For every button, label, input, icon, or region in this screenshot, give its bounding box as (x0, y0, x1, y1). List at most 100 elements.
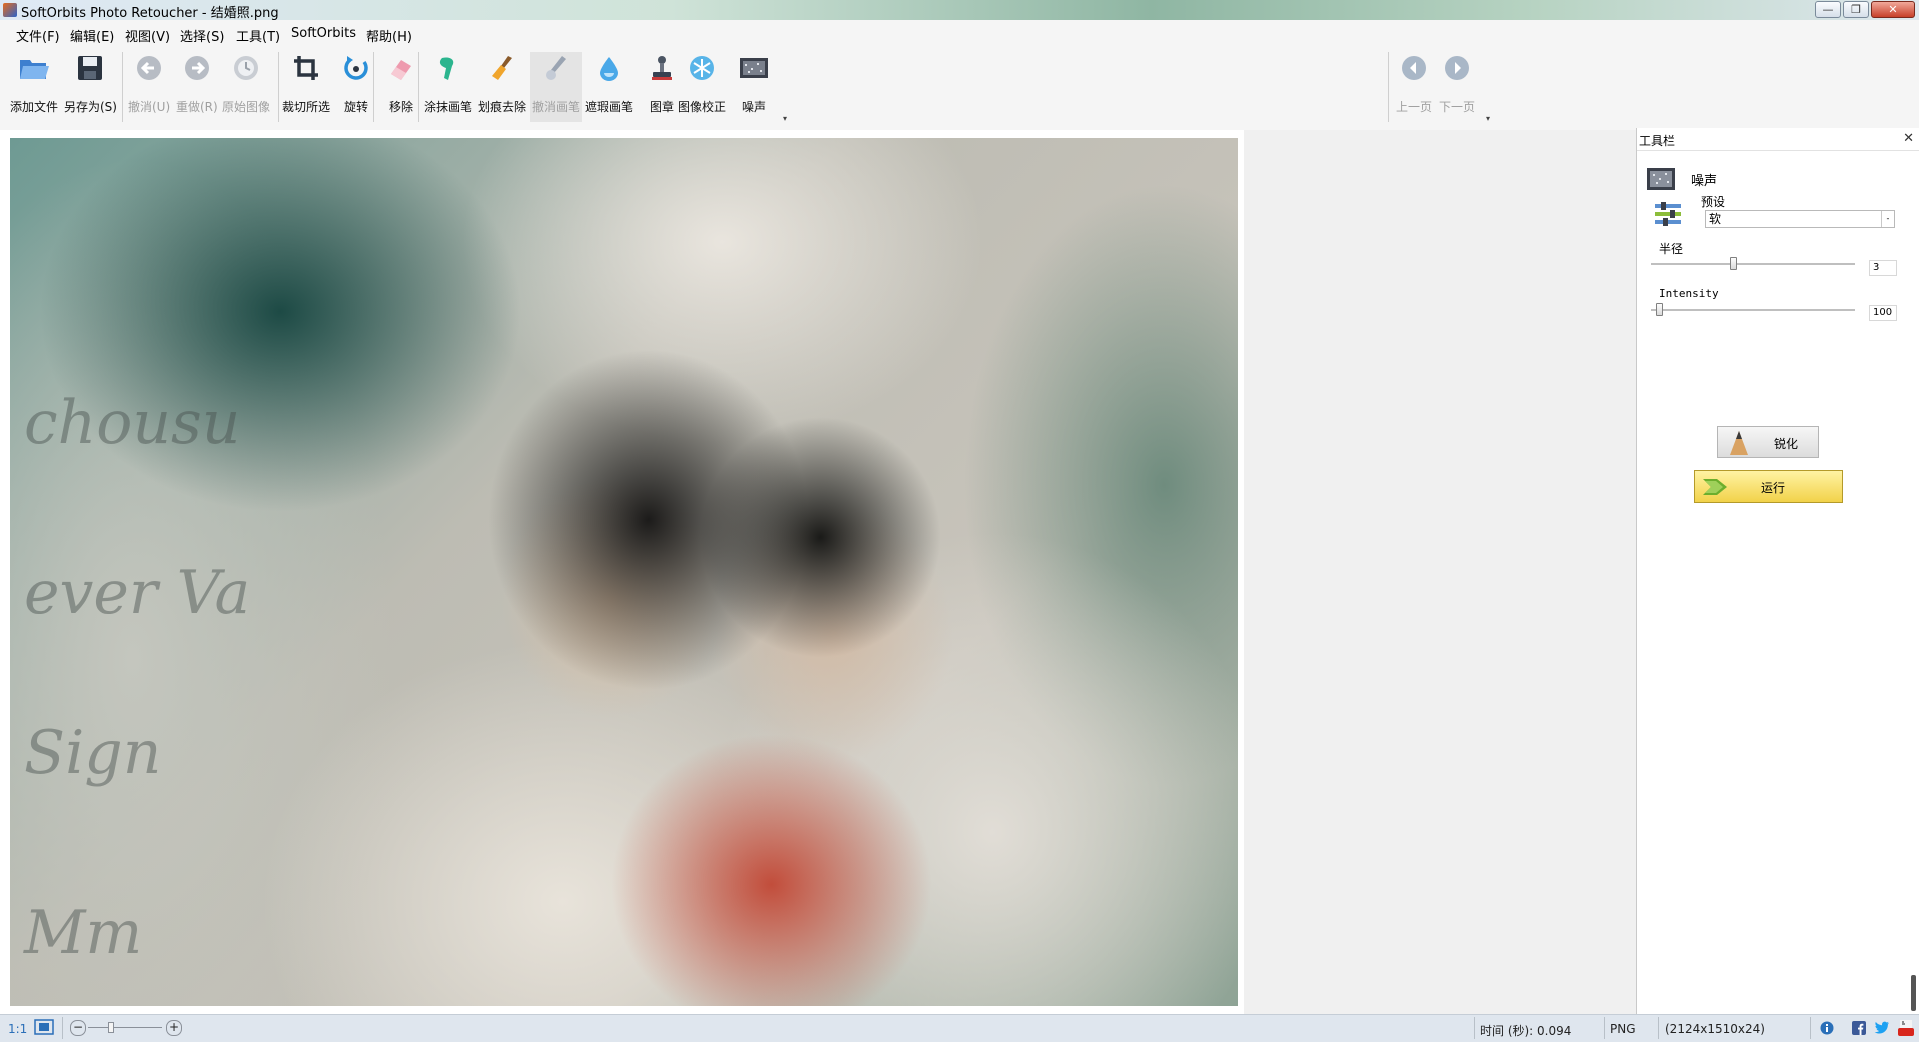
next-page-button[interactable]: 下一页 (1439, 52, 1475, 122)
status-separator (1658, 1017, 1659, 1039)
minimize-button[interactable]: — (1815, 1, 1841, 18)
mask-brush-button[interactable]: 遮瑕画笔 (585, 52, 633, 122)
status-bar: 1:1 − + 时间 (秒): 0.094 PNG (2124x1510x24) (0, 1014, 1919, 1042)
photo-image[interactable]: chousu ever Va Sign Mm (10, 138, 1238, 1006)
water-drop-icon (593, 52, 625, 84)
workspace-background (1244, 130, 1635, 1014)
toolbar: 添加文件 另存为(S) 撤消(U) 重做(R) 原始图像 裁切所选 旋转 移除 … (0, 46, 1919, 130)
intensity-slider[interactable] (1651, 309, 1855, 312)
intensity-slider-handle[interactable] (1656, 303, 1664, 316)
menu-help[interactable]: 帮助(H) (366, 26, 412, 45)
photo-decoration: chousu (24, 388, 241, 458)
status-separator (62, 1017, 63, 1039)
panel-header: 工具栏 ✕ (1637, 128, 1919, 151)
image-dimensions: (2124x1510x24) (1665, 1022, 1765, 1036)
broom-icon (486, 52, 518, 84)
preset-dropdown[interactable]: 软 - (1705, 210, 1895, 228)
folder-open-icon (18, 52, 50, 84)
radius-slider[interactable] (1651, 263, 1855, 266)
noise-icon (738, 52, 770, 84)
menu-select[interactable]: 选择(S) (180, 26, 224, 45)
original-image-button[interactable]: 原始图像 (222, 52, 270, 122)
intensity-value[interactable]: 100 (1869, 305, 1897, 321)
menu-bar: 文件(F) 编辑(E) 视图(V) 选择(S) 工具(T) SoftOrbits… (0, 20, 1919, 46)
toolbar-more-button[interactable]: ▾ (783, 114, 787, 123)
toolbar-separator (122, 52, 123, 122)
toolbar-separator (373, 52, 374, 122)
status-separator (1810, 1017, 1811, 1039)
chevron-down-icon[interactable]: - (1881, 211, 1894, 227)
panel-close-button[interactable]: ✕ (1903, 131, 1914, 146)
noise-button[interactable]: 噪声 (738, 52, 770, 122)
info-icon[interactable] (1820, 1021, 1834, 1038)
radius-slider-handle[interactable] (1729, 257, 1737, 270)
snowflake-icon (686, 52, 718, 84)
radius-label: 半径 (1659, 242, 1684, 256)
image-canvas[interactable]: chousu ever Va Sign Mm (0, 130, 1244, 1014)
zoom-slider[interactable]: − + (70, 1020, 182, 1036)
stamp-icon (646, 52, 678, 84)
window-title: SoftOrbits Photo Retoucher - 结婚照.png (21, 6, 279, 21)
maximize-button[interactable]: ❐ (1843, 1, 1869, 18)
zoom-1to1-button[interactable]: 1:1 (8, 1022, 27, 1036)
panel-scrollbar[interactable] (1911, 975, 1916, 1011)
intensity-label: Intensity (1659, 287, 1719, 300)
facebook-icon[interactable] (1852, 1021, 1866, 1038)
fit-screen-icon[interactable] (34, 1019, 54, 1038)
prev-page-button[interactable]: 上一页 (1396, 52, 1432, 122)
radius-value[interactable]: 3 (1869, 260, 1897, 276)
tool-panel: 工具栏 ✕ 噪声 预设 软 - 半径 3 Intensity 100 锐化 运行 (1636, 128, 1919, 1014)
undo-icon (133, 52, 165, 84)
rotate-button[interactable]: 旋转 (340, 52, 372, 122)
menu-tools[interactable]: 工具(T) (236, 26, 280, 45)
save-icon (74, 52, 106, 84)
preset-label: 预设 (1701, 195, 1726, 209)
zoom-in-icon[interactable]: + (166, 1020, 182, 1036)
smudge-brush-button[interactable]: 涂抹画笔 (424, 52, 472, 122)
photo-decoration: Sign (24, 718, 162, 788)
remove-button[interactable]: 移除 (385, 52, 417, 122)
title-bar: SoftOrbits Photo Retoucher - 结婚照.png — ❐… (0, 0, 1919, 21)
redo-button[interactable]: 重做(R) (176, 52, 218, 122)
add-file-button[interactable]: 添加文件 (10, 52, 58, 122)
process-time: 时间 (秒): 0.094 (1480, 1024, 1572, 1038)
undo-button[interactable]: 撤消(U) (128, 52, 170, 122)
status-separator (1604, 1017, 1605, 1039)
crop-button[interactable]: 裁切所选 (282, 52, 330, 122)
toolbar-more-button[interactable]: ▾ (1486, 114, 1490, 123)
eraser-icon (385, 52, 417, 84)
menu-file[interactable]: 文件(F) (16, 26, 60, 45)
toolbar-separator (278, 52, 279, 122)
run-arrow-icon (1701, 476, 1729, 501)
toolbar-separator (418, 52, 419, 122)
close-window-button[interactable]: ✕ (1871, 1, 1915, 18)
sharpen-button[interactable]: 锐化 (1717, 426, 1819, 458)
pencil-icon (1728, 430, 1750, 459)
menu-edit[interactable]: 编辑(E) (70, 26, 114, 45)
status-separator (1474, 1017, 1475, 1039)
preset-value: 软 (1709, 212, 1722, 226)
redo-icon (181, 52, 213, 84)
run-button[interactable]: 运行 (1694, 470, 1843, 503)
noise-icon (1647, 168, 1675, 193)
youtube-icon[interactable] (1897, 1019, 1915, 1040)
scratch-remove-button[interactable]: 划痕去除 (478, 52, 526, 122)
zoom-handle[interactable] (108, 1022, 114, 1033)
save-as-button[interactable]: 另存为(S) (64, 52, 117, 122)
rotate-icon (340, 52, 372, 84)
zoom-track[interactable] (88, 1027, 162, 1028)
zoom-out-icon[interactable]: − (70, 1020, 86, 1036)
app-icon (3, 3, 17, 17)
menu-softorbits[interactable]: SoftOrbits (291, 26, 356, 41)
cancel-brush-icon (540, 52, 572, 84)
photo-decoration: Mm (24, 898, 143, 968)
stamp-button[interactable]: 图章 (646, 52, 678, 122)
image-correction-button[interactable]: 图像校正 (678, 52, 726, 122)
crop-icon (290, 52, 322, 84)
arrow-right-icon (1441, 52, 1473, 84)
menu-view[interactable]: 视图(V) (125, 26, 170, 45)
panel-title: 工具栏 (1639, 134, 1676, 148)
twitter-icon[interactable] (1874, 1021, 1890, 1038)
cancel-brush-button[interactable]: 撤消画笔 (530, 52, 582, 122)
smudge-brush-icon (432, 52, 464, 84)
